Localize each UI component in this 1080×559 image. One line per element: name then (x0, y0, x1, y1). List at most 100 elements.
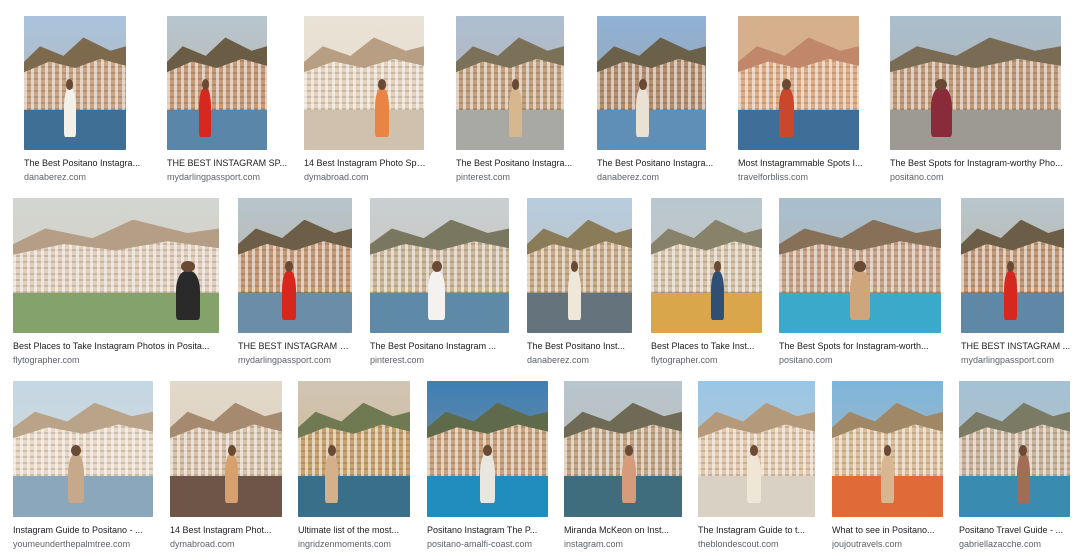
result-thumbnail[interactable] (24, 16, 126, 150)
result-source[interactable]: danaberez.com (24, 172, 149, 183)
result-source[interactable]: gabriellazacche.com (959, 539, 1070, 550)
result-title[interactable]: Ultimate list of the most... (298, 525, 410, 536)
image-result[interactable]: THE BEST INSTAGRAM S... mydarlingpassport… (238, 198, 353, 375)
image-result[interactable]: The Best Positano Inst... danaberez.com (527, 198, 637, 375)
result-thumbnail[interactable] (961, 198, 1064, 333)
result-title[interactable]: The Instagram Guide to t... (698, 525, 815, 536)
result-title[interactable]: The Best Spots for Instagram-worthy Pho.… (890, 158, 1072, 169)
thumbnail-person-head (201, 78, 209, 90)
result-title[interactable]: The Best Positano Instagram ... (370, 341, 503, 352)
result-thumbnail[interactable] (738, 16, 859, 150)
result-thumbnail[interactable] (597, 16, 706, 150)
result-thumbnail[interactable] (304, 16, 424, 150)
result-title[interactable]: Instagram Guide to Positano - ... (13, 525, 153, 536)
result-title[interactable]: THE BEST INSTAGRAM ... (961, 341, 1071, 352)
result-source[interactable]: instagram.com (564, 539, 682, 550)
result-title[interactable]: Positano Instagram The P... (427, 525, 548, 536)
result-source[interactable]: joujoutravels.com (832, 539, 943, 550)
result-thumbnail[interactable] (698, 381, 815, 517)
result-source[interactable]: ingridzenmoments.com (298, 539, 410, 550)
result-thumbnail[interactable] (832, 381, 943, 517)
result-thumbnail[interactable] (564, 381, 682, 517)
thumbnail-foreground (959, 476, 1070, 517)
thumbnail-foreground (304, 109, 424, 150)
result-thumbnail[interactable] (456, 16, 564, 150)
result-source[interactable]: danaberez.com (527, 355, 637, 366)
image-result[interactable]: Miranda McKeon on Inst... instagram.com (564, 381, 682, 559)
result-source[interactable]: mydarlingpassport.com (961, 355, 1071, 366)
result-thumbnail[interactable] (651, 198, 762, 333)
result-title[interactable]: Positano Travel Guide - ... (959, 525, 1070, 536)
result-thumbnail[interactable] (298, 381, 410, 517)
result-title[interactable]: Most Instagrammable Spots I... (738, 158, 863, 169)
image-result[interactable]: Positano Instagram The P... positano-amal… (427, 381, 548, 559)
result-source[interactable]: positano.com (779, 355, 941, 366)
result-title[interactable]: The Best Positano Instagra... (597, 158, 722, 169)
result-source[interactable]: positano.com (890, 172, 1072, 183)
result-source[interactable]: youmeunderthepalmtree.com (13, 539, 153, 550)
image-result[interactable]: The Best Spots for Instagram-worth... pos… (779, 198, 941, 375)
thumbnail-person (199, 88, 211, 137)
result-title[interactable]: Best Places to Take Instagram Photos in … (13, 341, 223, 352)
image-result[interactable]: Positano Travel Guide - ... gabriellazacc… (959, 381, 1070, 559)
image-result[interactable]: The Best Spots for Instagram-worthy Pho.… (890, 16, 1072, 192)
result-source[interactable]: travelforbliss.com (738, 172, 863, 183)
result-thumbnail[interactable] (427, 381, 548, 517)
result-source[interactable]: mydarlingpassport.com (167, 172, 292, 183)
result-title[interactable]: Miranda McKeon on Inst... (564, 525, 682, 536)
result-title[interactable]: THE BEST INSTAGRAM S... (238, 341, 353, 352)
result-title[interactable]: The Best Positano Inst... (527, 341, 637, 352)
thumbnail-person (508, 88, 522, 137)
result-title[interactable]: 14 Best Instagram Photo Spot... (304, 158, 429, 169)
thumbnail-person (779, 88, 794, 137)
image-result[interactable]: Best Places to Take Inst... flytographer.… (651, 198, 762, 375)
result-source[interactable]: positano-amalfi-coast.com (427, 539, 548, 550)
result-source[interactable]: danaberez.com (597, 172, 722, 183)
result-title[interactable]: The Best Positano Instagra... (24, 158, 149, 169)
result-title[interactable]: 14 Best Instagram Phot... (170, 525, 282, 536)
result-source[interactable]: mydarlingpassport.com (238, 355, 353, 366)
thumbnail-person (710, 270, 725, 320)
result-title[interactable]: The Best Spots for Instagram-worth... (779, 341, 941, 352)
result-thumbnail[interactable] (13, 381, 153, 517)
image-result[interactable]: Instagram Guide to Positano - ... youmeun… (13, 381, 153, 559)
result-source[interactable]: dymabroad.com (170, 539, 282, 550)
image-result[interactable]: The Best Positano Instagra... danaberez.c… (24, 16, 149, 192)
thumbnail-person (1016, 454, 1031, 504)
result-source[interactable]: pinterest.com (370, 355, 503, 366)
image-result[interactable]: 14 Best Instagram Phot... dymabroad.com (170, 381, 282, 559)
result-source[interactable]: theblondescout.com (698, 539, 815, 550)
image-result[interactable]: The Best Positano Instagra... danaberez.c… (597, 16, 722, 192)
image-result[interactable]: THE BEST INSTAGRAM ... mydarlingpassport.… (961, 198, 1071, 375)
result-thumbnail[interactable] (527, 198, 632, 333)
image-result[interactable]: THE BEST INSTAGRAM SP... mydarlingpasspor… (167, 16, 292, 192)
result-source[interactable]: dymabroad.com (304, 172, 429, 183)
image-result[interactable]: 14 Best Instagram Photo Spot... dymabroad… (304, 16, 429, 192)
image-result[interactable]: Ultimate list of the most... ingridzenmom… (298, 381, 410, 559)
result-title[interactable]: THE BEST INSTAGRAM SP... (167, 158, 292, 169)
thumbnail-person-head (883, 444, 892, 456)
result-thumbnail[interactable] (13, 198, 219, 333)
result-thumbnail[interactable] (890, 16, 1061, 150)
result-title[interactable]: What to see in Positano... (832, 525, 943, 536)
thumbnail-person-head (570, 261, 578, 273)
result-title[interactable]: The Best Positano Instagra... (456, 158, 581, 169)
result-source[interactable]: pinterest.com (456, 172, 581, 183)
result-thumbnail[interactable] (779, 198, 941, 333)
thumbnail-person-head (638, 78, 647, 90)
result-thumbnail[interactable] (959, 381, 1070, 517)
result-source[interactable]: flytographer.com (651, 355, 762, 366)
thumbnail-person (67, 454, 85, 504)
image-result[interactable]: The Best Positano Instagra... pinterest.c… (456, 16, 581, 192)
result-thumbnail[interactable] (370, 198, 509, 333)
image-result[interactable]: The Best Positano Instagram ... pinterest… (370, 198, 509, 375)
result-thumbnail[interactable] (170, 381, 282, 517)
image-result[interactable]: What to see in Positano... joujoutravels.… (832, 381, 943, 559)
image-result[interactable]: The Instagram Guide to t... theblondescou… (698, 381, 815, 559)
result-source[interactable]: flytographer.com (13, 355, 223, 366)
result-title[interactable]: Best Places to Take Inst... (651, 341, 762, 352)
result-thumbnail[interactable] (167, 16, 267, 150)
result-thumbnail[interactable] (238, 198, 352, 333)
image-result[interactable]: Best Places to Take Instagram Photos in … (13, 198, 223, 375)
image-result[interactable]: Most Instagrammable Spots I... travelforb… (738, 16, 863, 192)
